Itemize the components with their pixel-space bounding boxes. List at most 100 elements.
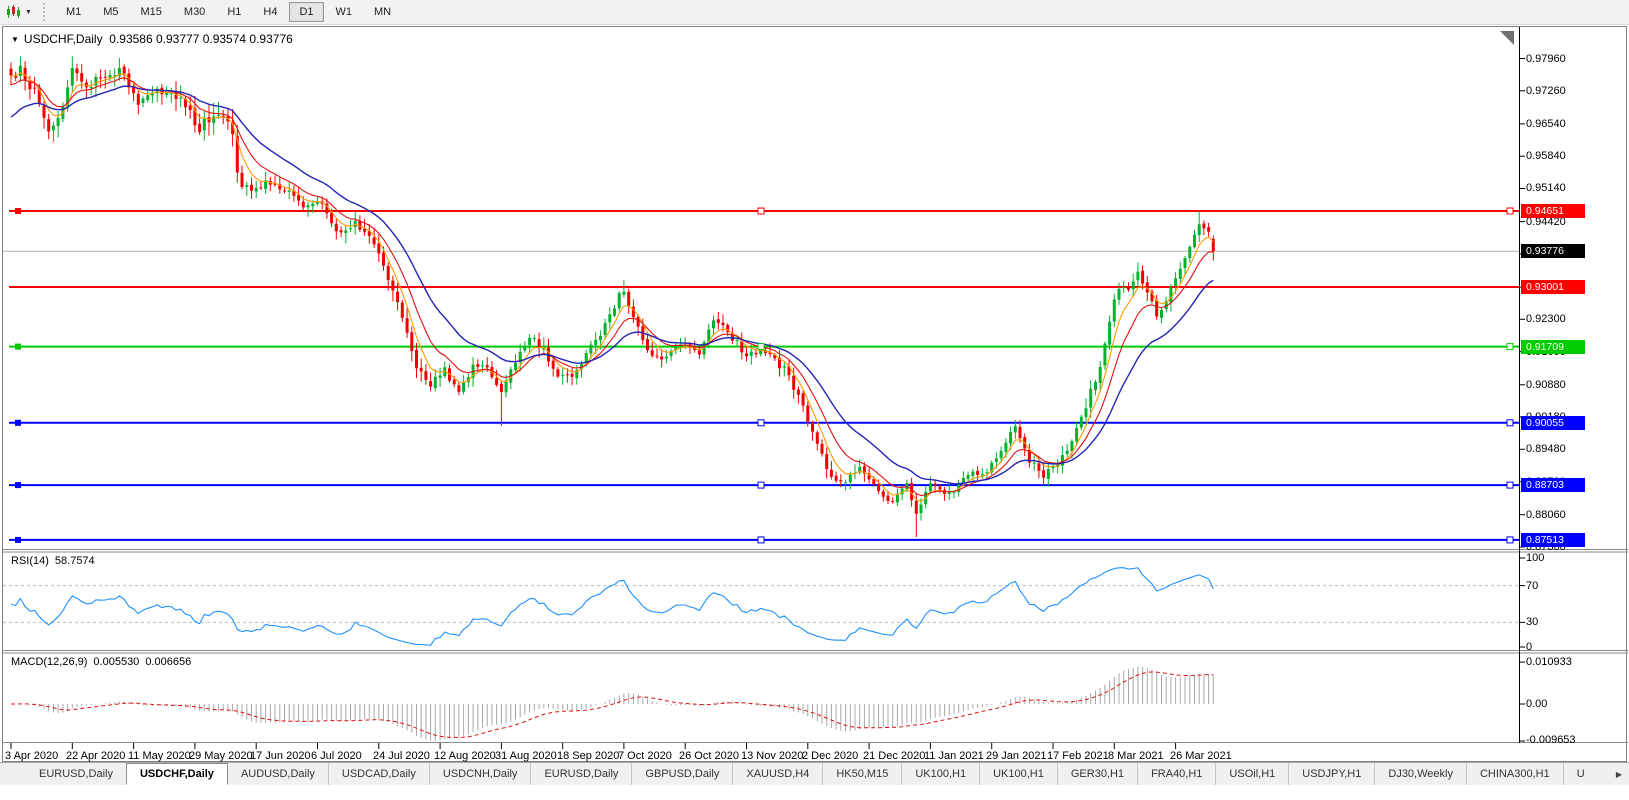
chart-tab-ger30-h1[interactable]: GER30,H1 xyxy=(1057,763,1137,785)
rsi-name: RSI(14) xyxy=(11,555,49,567)
ma-slow-line xyxy=(11,86,1213,484)
level-price-badge: 0.93001 xyxy=(1521,280,1585,294)
level-handle-left[interactable] xyxy=(15,344,21,350)
current-price-badge: 0.93776 xyxy=(1521,244,1585,258)
macd-axis-label: 0.00 xyxy=(1526,698,1547,710)
timeframe-toolbar: ▼ M1M5M15M30H1H4D1W1MN xyxy=(0,0,1629,25)
level-handle-center[interactable] xyxy=(758,208,764,214)
date-axis-label: 11 Jan 2021 xyxy=(924,750,984,762)
level-handle-right[interactable] xyxy=(1507,208,1513,214)
chart-tab-usdchf-daily[interactable]: USDCHF,Daily xyxy=(126,763,228,785)
chart-tab-usdcad-daily[interactable]: USDCAD,Daily xyxy=(328,763,429,785)
y-axis-tick-label: 0.90880 xyxy=(1526,379,1566,391)
timeframe-button-h4[interactable]: H4 xyxy=(253,2,287,22)
level-handle-center[interactable] xyxy=(758,482,764,488)
macd-signal-line xyxy=(11,672,1213,738)
chart-tab-china300-h1[interactable]: CHINA300,H1 xyxy=(1466,763,1563,785)
timeframe-button-m15[interactable]: M15 xyxy=(131,2,172,22)
timeframe-button-w1[interactable]: W1 xyxy=(326,2,363,22)
date-axis-label: 18 Sep 2020 xyxy=(557,750,619,762)
timeframe-button-d1[interactable]: D1 xyxy=(289,2,323,22)
date-axis-label: 29 Jan 2021 xyxy=(986,750,1047,762)
macd-name: MACD(12,26,9) xyxy=(11,656,87,668)
y-axis-tick-label: 0.97260 xyxy=(1526,85,1566,97)
chart-tab-xauusd-h4[interactable]: XAUUSD,H4 xyxy=(732,763,822,785)
y-axis-tick-label: 0.97960 xyxy=(1526,53,1566,65)
date-axis-label: 12 Aug 2020 xyxy=(434,750,496,762)
date-axis-label: 6 Jul 2020 xyxy=(311,750,362,762)
level-price-badge: 0.87513 xyxy=(1521,533,1585,547)
date-axis-label: 7 Oct 2020 xyxy=(618,750,672,762)
timeframe-button-mn[interactable]: MN xyxy=(364,2,401,22)
level-handle-right[interactable] xyxy=(1507,482,1513,488)
chevron-down-icon[interactable]: ▼ xyxy=(11,35,19,44)
chart-tab-usdcnh-daily[interactable]: USDCNH,Daily xyxy=(429,763,531,785)
chart-tab-audusd-daily[interactable]: AUDUSD,Daily xyxy=(228,763,328,785)
date-axis-label: 3 Apr 2020 xyxy=(5,750,58,762)
main-chart-canvas[interactable] xyxy=(3,27,1628,762)
date-axis-label: 26 Mar 2021 xyxy=(1170,750,1232,762)
chart-title: ▼USDCHF,Daily 0.93586 0.93777 0.93574 0.… xyxy=(11,32,293,46)
y-axis-tick-label: 0.92300 xyxy=(1526,313,1566,325)
level-handle-right[interactable] xyxy=(1507,537,1513,543)
chart-tab-eurusd-daily[interactable]: EURUSD,Daily xyxy=(26,763,126,785)
ohlc-readout: 0.93586 0.93777 0.93574 0.93776 xyxy=(109,32,293,46)
date-axis-label: 26 Oct 2020 xyxy=(679,750,739,762)
tab-scroll-right-icon[interactable]: ▶ xyxy=(1611,766,1627,782)
level-price-badge: 0.90055 xyxy=(1521,416,1585,430)
date-axis-label: 21 Dec 2020 xyxy=(863,750,925,762)
rsi-axis-label: 70 xyxy=(1526,580,1538,592)
level-handle-left[interactable] xyxy=(15,208,21,214)
level-handle-right[interactable] xyxy=(1507,420,1513,426)
rsi-value: 58.7574 xyxy=(55,555,95,567)
chart-tab-fra40-h1[interactable]: FRA40,H1 xyxy=(1137,763,1215,785)
date-axis-label: 24 Jul 2020 xyxy=(373,750,430,762)
timeframe-button-m30[interactable]: M30 xyxy=(174,2,215,22)
date-axis-label: 17 Feb 2021 xyxy=(1047,750,1109,762)
level-handle-center[interactable] xyxy=(758,420,764,426)
level-price-badge: 0.94651 xyxy=(1521,204,1585,218)
level-handle-right[interactable] xyxy=(1507,344,1513,350)
date-axis-label: 2 Dec 2020 xyxy=(802,750,858,762)
macd-value-main: 0.005530 xyxy=(93,656,139,668)
chart-tab-usdjpy-h1[interactable]: USDJPY,H1 xyxy=(1288,763,1374,785)
level-handle-left[interactable] xyxy=(15,537,21,543)
chart-tab-uk100-h1[interactable]: UK100,H1 xyxy=(979,763,1057,785)
y-axis-tick-label: 0.89480 xyxy=(1526,443,1566,455)
chart-tab-eurusd-daily[interactable]: EURUSD,Daily xyxy=(530,763,631,785)
macd-value-signal: 0.006656 xyxy=(145,656,191,668)
macd-indicator-label: MACD(12,26,9) 0.005530 0.006656 xyxy=(11,656,197,668)
macd-axis-label: 0.010933 xyxy=(1526,656,1572,668)
rsi-indicator-label: RSI(14) 58.7574 xyxy=(11,555,101,567)
chart-tab-gbpusd-daily[interactable]: GBPUSD,Daily xyxy=(631,763,732,785)
timeframe-button-m1[interactable]: M1 xyxy=(56,2,91,22)
y-axis-tick-label: 0.95840 xyxy=(1526,150,1566,162)
chart-tab-uk100-h1[interactable]: UK100,H1 xyxy=(901,763,979,785)
chart-tool-icon[interactable] xyxy=(4,3,24,21)
macd-axis-label: -0.009653 xyxy=(1526,734,1576,746)
level-handle-center[interactable] xyxy=(758,344,764,350)
timeframe-button-m5[interactable]: M5 xyxy=(93,2,128,22)
date-axis-label: 13 Nov 2020 xyxy=(741,750,803,762)
date-axis-label: 31 Aug 2020 xyxy=(495,750,557,762)
window-footer-space xyxy=(0,785,1629,800)
level-handle-left[interactable] xyxy=(15,482,21,488)
date-axis-label: 8 Mar 2021 xyxy=(1108,750,1164,762)
chart-shift-triangle[interactable] xyxy=(1500,31,1514,45)
chart-tab-u[interactable]: U xyxy=(1563,763,1598,785)
chart-tab-dj30-weekly[interactable]: DJ30,Weekly xyxy=(1374,763,1466,785)
chart-tab-usoil-h1[interactable]: USOil,H1 xyxy=(1215,763,1288,785)
date-axis-label: 29 May 2020 xyxy=(189,750,253,762)
date-axis-label: 17 Jun 2020 xyxy=(250,750,311,762)
level-price-badge: 0.91709 xyxy=(1521,340,1585,354)
timeframe-button-h1[interactable]: H1 xyxy=(217,2,251,22)
y-axis-tick-label: 0.96540 xyxy=(1526,118,1566,130)
level-handle-left[interactable] xyxy=(15,420,21,426)
chart-tab-hk50-m15[interactable]: HK50,M15 xyxy=(822,763,901,785)
date-axis-label: 22 Apr 2020 xyxy=(66,750,125,762)
chevron-down-icon[interactable]: ▼ xyxy=(25,9,32,16)
level-handle-center[interactable] xyxy=(758,537,764,543)
y-axis-tick-label: 0.88060 xyxy=(1526,509,1566,521)
toolbar-grip xyxy=(42,3,47,21)
y-axis-tick-label: 0.95140 xyxy=(1526,182,1566,194)
